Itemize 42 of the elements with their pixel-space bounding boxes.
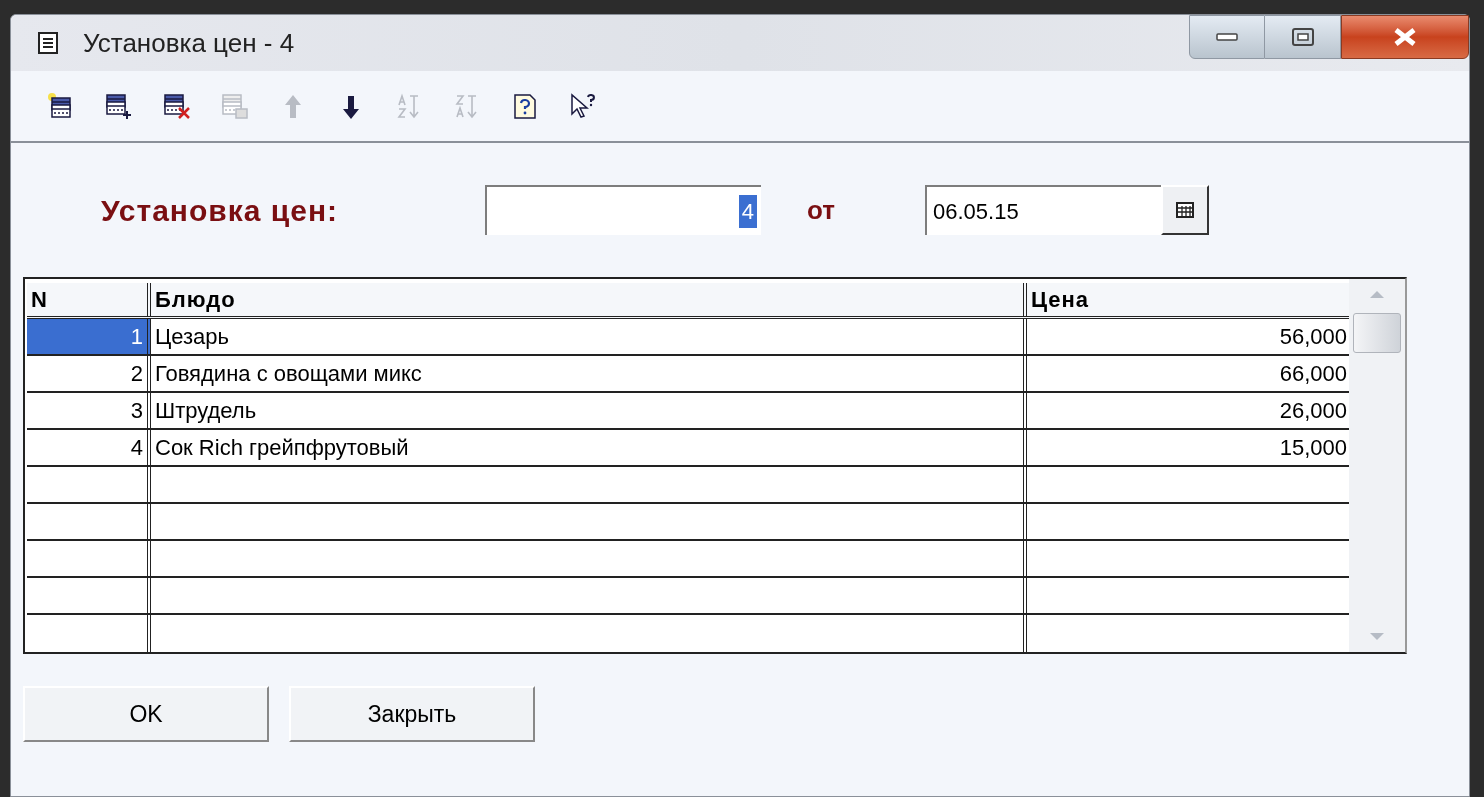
column-header[interactable]: Блюдо xyxy=(151,283,1027,316)
table-cell: 2 xyxy=(27,356,151,391)
help-icon xyxy=(511,92,539,120)
table-cell: Штрудель xyxy=(151,393,1027,428)
field-value: 4 xyxy=(738,194,757,228)
table-cell-text: 56,000 xyxy=(1278,323,1348,351)
table-cell: 4 xyxy=(27,430,151,465)
from-label: от xyxy=(807,193,836,227)
date-field[interactable]: 06.05.15 xyxy=(925,185,1161,235)
number-field[interactable]: 4 xyxy=(485,185,761,235)
grid-cross-icon xyxy=(163,92,191,120)
table-cell-text: 15,000 xyxy=(1278,434,1348,462)
grid-plus-icon xyxy=(105,92,133,120)
close-button[interactable] xyxy=(1341,15,1469,59)
close-icon xyxy=(1392,27,1418,47)
table-cell-text: 66,000 xyxy=(1278,360,1348,388)
table-cell: 1 xyxy=(27,319,151,354)
document-icon xyxy=(37,31,59,55)
form-label: Установка цен: xyxy=(101,192,339,229)
close-dialog-button[interactable]: Закрыть xyxy=(289,686,535,742)
calendar-icon xyxy=(1176,202,1194,218)
table-cell: 3 xyxy=(27,393,151,428)
scrollbar[interactable] xyxy=(1349,279,1405,652)
table-cell: Цезарь xyxy=(151,319,1027,354)
table-row[interactable]: 2 Говядина с овощами микс 66,000 xyxy=(27,356,1349,393)
ok-button[interactable]: OK xyxy=(23,686,269,742)
column-header[interactable]: Цена xyxy=(1027,283,1349,316)
window-title: Установка цен - 4 xyxy=(83,26,295,60)
table-cell: Сок Rich грейпфрутовый xyxy=(151,430,1027,465)
table-row[interactable]: 1 Цезарь 56,000 xyxy=(27,319,1349,356)
table-cell-text: 26,000 xyxy=(1278,397,1348,425)
maximize-button[interactable] xyxy=(1265,15,1341,59)
minimize-button[interactable] xyxy=(1189,15,1265,59)
grid-copy-icon xyxy=(221,92,249,120)
maximize-icon xyxy=(1291,28,1314,46)
minimize-icon xyxy=(1216,33,1238,41)
pointer-question-icon xyxy=(569,92,597,120)
calendar-button[interactable] xyxy=(1161,185,1209,235)
scroll-thumb[interactable] xyxy=(1353,313,1401,353)
table-row[interactable]: 4 Сок Rich грейпфрутовый 15,000 xyxy=(27,430,1349,467)
table-row[interactable]: 3 Штрудель 26,000 xyxy=(27,393,1349,430)
table-cell: Говядина с овощами микс xyxy=(151,356,1027,391)
